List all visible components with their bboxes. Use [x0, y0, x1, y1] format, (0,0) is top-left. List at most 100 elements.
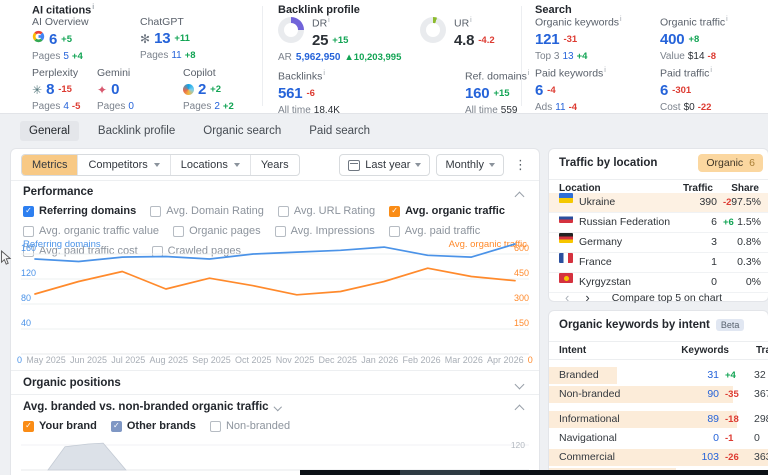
checkbox-icon: [274, 225, 286, 237]
svg-text:120: 120: [21, 268, 36, 278]
russia-flag-icon: [559, 213, 573, 223]
info-icon: i: [710, 67, 712, 74]
tab-organic-search[interactable]: Organic search: [194, 121, 290, 141]
divider: [11, 180, 539, 181]
paid-keywords-metric: Paid keywordsi 6 -4 Ads 11 -4: [535, 67, 606, 113]
chevron-down-icon: [415, 163, 422, 167]
intent-row-navigational[interactable]: Navigational 0 -1 0: [549, 429, 768, 448]
organic-filter-pill[interactable]: Organic 6: [698, 154, 763, 172]
checkbox-avg-impressions[interactable]: Avg. Impressions: [274, 225, 375, 237]
info-icon: i: [604, 67, 606, 74]
checkbox-other-brands[interactable]: ✓ Other brands: [110, 420, 196, 432]
collapse-performance-icon[interactable]: [514, 191, 525, 202]
checkbox-your-brand[interactable]: ✓ Your brand: [23, 420, 97, 432]
checkbox-avg-url-rating[interactable]: Avg. URL Rating: [277, 205, 375, 217]
expand-organic-positions-icon[interactable]: [514, 379, 525, 390]
backlinks-metric: Backlinksi 561 -6 All time 18.4K: [278, 70, 340, 116]
info-icon: i: [726, 16, 728, 23]
chart-controls: Last year Monthly ⋮: [339, 154, 531, 176]
info-icon: i: [620, 16, 622, 23]
info-icon: i: [92, 4, 95, 11]
checkbox-avg-paid-traffic[interactable]: Avg. paid traffic: [388, 225, 480, 237]
ai-overview-metric: AI Overview 6 +5 Pages 5 +4: [32, 16, 89, 62]
tab-paid-search[interactable]: Paid search: [300, 121, 379, 141]
paid-traffic-metric: Paid traffici 6 -301 Cost $0 -22: [660, 67, 712, 113]
france-flag-icon: [559, 253, 573, 263]
background-window-strip: [300, 470, 768, 475]
keywords-by-intent-title: Organic keywords by intent Beta: [559, 319, 745, 331]
compare-top5-link[interactable]: Compare top 5 on chart: [612, 292, 722, 304]
branded-traffic-header[interactable]: Avg. branded vs. non-branded organic tra…: [23, 401, 282, 413]
collapse-branded-traffic-icon[interactable]: [514, 404, 525, 415]
mouse-cursor: [0, 250, 12, 271]
kyrgyzstan-flag-icon: [559, 273, 573, 283]
table-row-germany[interactable]: Germany 3 0.8%: [549, 233, 768, 253]
table-row-france[interactable]: France 1 0.3%: [549, 253, 768, 273]
chevron-down-icon: [489, 163, 495, 167]
kebab-menu-icon[interactable]: ⋮: [510, 157, 531, 173]
ukraine-flag-icon: [559, 193, 573, 203]
checkbox-referring-domains[interactable]: ✓ Referring domains: [23, 205, 136, 217]
checkbox-avg-organic-traffic[interactable]: ✓ Avg. organic traffic: [389, 205, 505, 217]
beta-badge: Beta: [715, 319, 745, 331]
years-button[interactable]: Years: [249, 155, 299, 175]
info-icon: i: [527, 70, 530, 77]
ahrefs-dashboard: AI citationsi AI Overview 6 +5 Pages 5 +4 C…: [0, 0, 768, 475]
tab-backlink-profile[interactable]: Backlink profile: [89, 121, 184, 141]
checkbox-avg-domain-rating[interactable]: Avg. Domain Rating: [150, 205, 264, 217]
checkbox-organic-pages[interactable]: Organic pages: [173, 225, 261, 237]
intent-row-branded[interactable]: Branded 31 +4 32: [549, 366, 768, 385]
ref-domains-metric: Ref. domainsi 160 +15 All time 559: [465, 70, 530, 116]
performance-chart: 160 120 80 40 600 450 300 150: [21, 243, 529, 355]
brand-legend: ✓ Your brand ✓ Other brands Non-branded: [23, 420, 290, 432]
view-segmented-control: Metrics Competitors Locations Years: [21, 154, 300, 176]
search-title: Search: [535, 4, 572, 16]
competitors-dropdown[interactable]: Competitors: [77, 155, 169, 175]
table-row-russia[interactable]: Russian Federation 6 +6 1.5%: [549, 213, 768, 233]
intent-row-commercial[interactable]: Commercial103-26363: [549, 448, 768, 467]
intent-table-rows: Branded31+432 Non-branded90-35367 Inform…: [549, 366, 768, 474]
google-icon: [32, 30, 45, 48]
divider: [11, 394, 539, 395]
calendar-icon: [348, 159, 361, 171]
prev-page-icon[interactable]: ‹: [561, 290, 573, 305]
checkbox-avg-organic-traffic-value[interactable]: Avg. organic traffic value: [23, 225, 159, 237]
background-window-segment: [400, 470, 480, 475]
performance-header: Performance: [23, 186, 94, 198]
checkbox-icon: [277, 205, 289, 217]
svg-text:150: 150: [514, 318, 529, 328]
perplexity-metric: Perplexity ✳ 8 -15 Pages 4 -5: [32, 67, 81, 112]
ur-donut: [420, 17, 446, 43]
chevron-down-icon: [273, 403, 282, 411]
table-row-ukraine[interactable]: Ukraine 390 -2 97.5%: [549, 193, 768, 213]
traffic-by-location-title: Traffic by location: [559, 157, 658, 169]
organic-traffic-metric: Organic traffici 400 +8 Value $14 -8: [660, 16, 728, 62]
intent-table-header: Intent Keywords Traffic: [549, 341, 768, 360]
checkbox-icon: [150, 205, 162, 217]
granularity-dropdown[interactable]: Monthly: [436, 154, 504, 176]
backlink-profile-title: Backlink profile: [278, 4, 360, 16]
metrics-button[interactable]: Metrics: [22, 155, 78, 175]
checkbox-icon: ✓: [23, 205, 34, 217]
gemini-metric: Gemini ✦ 0 Pages 0: [97, 67, 134, 112]
organic-positions-header: Organic positions: [23, 377, 121, 389]
checkbox-non-branded[interactable]: Non-branded: [209, 420, 290, 432]
checkbox-icon: ✓: [110, 420, 122, 432]
chatgpt-metric: ChatGPT ✻ 13 +11 Pages 11 +8: [140, 16, 196, 61]
intent-row-non-branded[interactable]: Non-branded90-35367: [549, 385, 768, 404]
svg-text:40: 40: [21, 318, 31, 328]
organic-keywords-metric: Organic keywordsi 121 -31 Top 3 13 +4: [535, 16, 622, 62]
x-axis-labels: 0 May 2025 Jun 2025 Jul 2025 Aug 2025 Sep 20…: [17, 355, 533, 365]
location-table-footer: ‹ › Compare top 5 on chart: [549, 290, 768, 305]
section-tabs: General Backlink profile Organic search …: [20, 121, 379, 141]
svg-text:450: 450: [514, 268, 529, 278]
locations-dropdown[interactable]: Locations: [169, 155, 250, 175]
next-page-icon[interactable]: ›: [581, 290, 593, 305]
keywords-by-intent-panel: Organic keywords by intent Beta Intent Ke…: [548, 310, 768, 475]
chatgpt-icon: ✻: [140, 31, 151, 46]
date-range-dropdown[interactable]: Last year: [339, 154, 431, 176]
checkbox-icon: [209, 420, 221, 432]
tab-general[interactable]: General: [20, 121, 79, 141]
intent-row-informational[interactable]: Informational89-18298: [549, 410, 768, 429]
divider: [11, 370, 539, 371]
